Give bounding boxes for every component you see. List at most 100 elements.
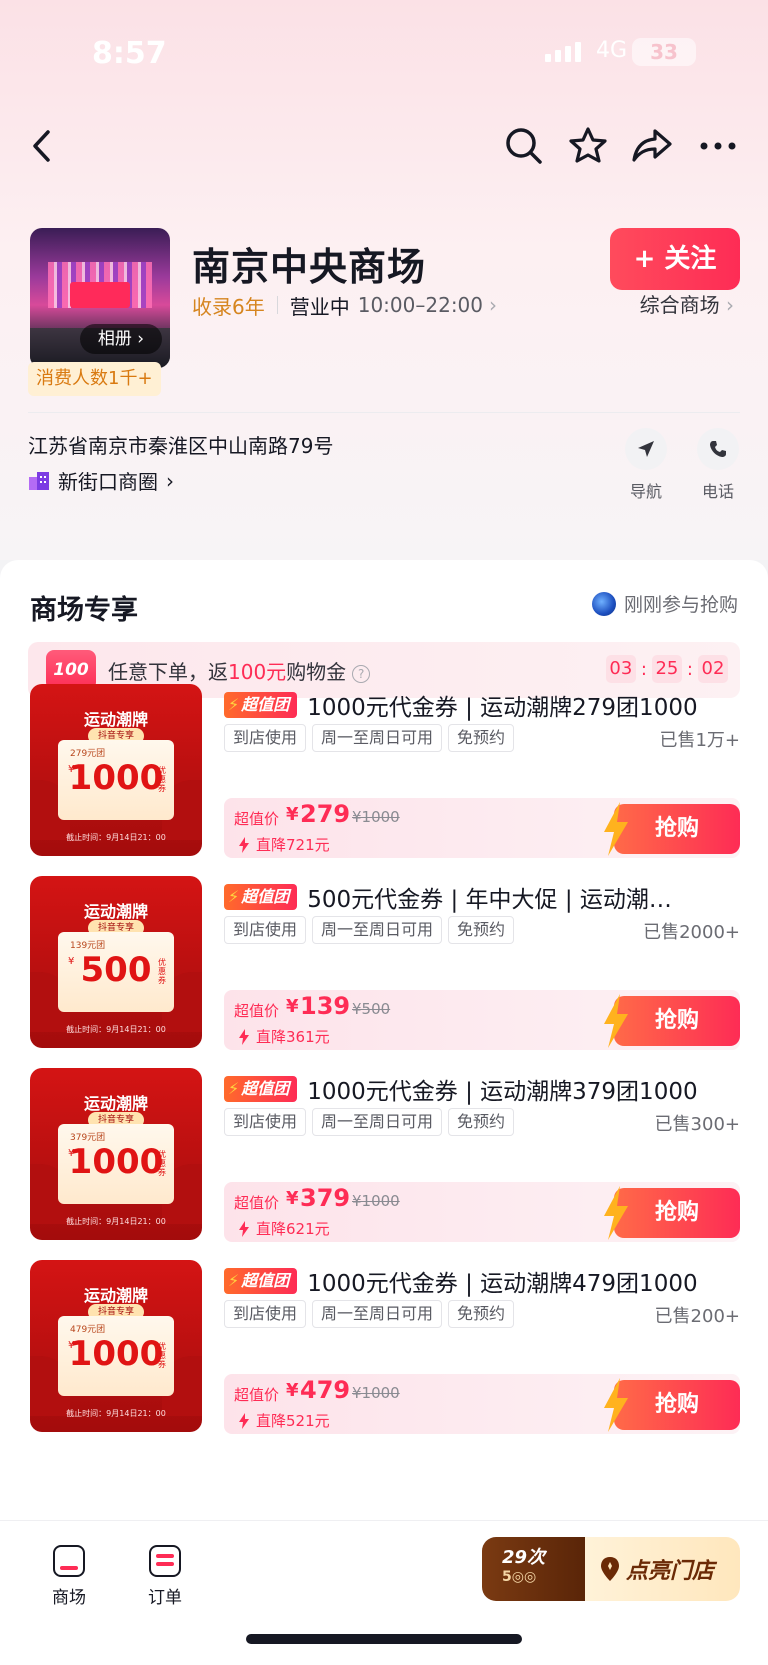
- deal-thumbnail[interactable]: 运动潮牌 抖音专享 139元团 ¥ 500 优惠券 截止时间：9月14日21：0…: [30, 876, 202, 1048]
- deal-tag: 周一至周日可用: [312, 1300, 443, 1328]
- thumbnail-title: 运动潮牌: [83, 902, 148, 921]
- price-drop: 直降721元: [238, 834, 330, 855]
- thumbnail-deadline: 截止时间：9月14日21：00: [66, 1409, 166, 1418]
- sold-count: 已售2000+: [643, 922, 740, 943]
- store-info-card: 相册 › 南京中央商场 + 关注 收录6年 营业中 10:00–22:00 › …: [0, 214, 768, 544]
- tab-orders[interactable]: 订单: [130, 1545, 200, 1608]
- thumbnail-coupon: 279元团 ¥ 1000 优惠券: [58, 740, 174, 820]
- help-icon[interactable]: ?: [352, 664, 371, 683]
- thumbnail-deadline: 截止时间：9月14日21：00: [66, 1025, 166, 1034]
- super-value-badge: ⚡ 超值团: [224, 1268, 298, 1294]
- navigate-button[interactable]: 导航: [616, 428, 676, 502]
- lightning-icon: ⚡: [228, 1079, 240, 1098]
- thumbnail-title: 运动潮牌: [83, 1094, 148, 1113]
- price-bar: 超值价 ¥ 479 ¥1000 直降521元 抢购: [224, 1374, 740, 1434]
- deal-tag: 免预约: [448, 724, 515, 752]
- deal-item[interactable]: 运动潮牌 抖音专享 379元团 ¥ 1000 优惠券 截止时间：9月14日21：…: [0, 1068, 768, 1242]
- years-listed: 收录6年: [192, 294, 265, 319]
- buy-button[interactable]: 抢购: [604, 1378, 740, 1432]
- store-address[interactable]: 江苏省南京市秦淮区中山南路79号: [28, 430, 333, 459]
- countdown-timer: 03: 25: 02: [605, 655, 728, 683]
- lightning-icon: ⚡: [228, 1271, 240, 1290]
- deal-title[interactable]: ⚡ 超值团 1000元代金券 | 运动潮牌479团1000: [224, 1264, 740, 1298]
- share-icon[interactable]: [628, 118, 676, 174]
- recent-participants[interactable]: 刚刚参与抢购: [591, 590, 738, 617]
- lightning-icon: [239, 1028, 249, 1045]
- super-value-badge: ⚡ 超值团: [224, 692, 298, 718]
- lightning-icon: ⚡: [228, 695, 240, 714]
- more-icon[interactable]: [694, 118, 742, 174]
- status-time: 8:57: [92, 36, 167, 71]
- home-indicator: [246, 1634, 522, 1644]
- deal-tag: 到店使用: [224, 916, 307, 944]
- deal-tag: 免预约: [448, 1108, 515, 1136]
- divider: [28, 412, 740, 413]
- deal-price: 379: [300, 1184, 351, 1212]
- deal-tags: 到店使用 周一至周日可用 免预约: [224, 916, 515, 944]
- search-icon[interactable]: [500, 118, 548, 174]
- back-icon[interactable]: [18, 118, 66, 174]
- district-building-icon: [29, 471, 49, 490]
- original-price: ¥1000: [352, 808, 400, 826]
- mall-exclusive-section: 商场专享 刚刚参与抢购 100 任意下单，返100元购物金? 03: 25: 0…: [0, 560, 768, 1520]
- store-category[interactable]: 综合商场 ›: [640, 290, 734, 320]
- light-up-store-button[interactable]: 29次 5◎◎ 点亮门店: [482, 1537, 740, 1601]
- buy-button[interactable]: 抢购: [604, 1186, 740, 1240]
- deal-thumbnail[interactable]: 运动潮牌 抖音专享 379元团 ¥ 1000 优惠券 截止时间：9月14日21：…: [30, 1068, 202, 1240]
- album-button[interactable]: 相册 ›: [80, 324, 162, 354]
- deal-item[interactable]: 运动潮牌 抖音专享 279元团 ¥ 1000 优惠券 截止时间：9月14日21：…: [0, 684, 768, 858]
- deal-thumbnail[interactable]: 运动潮牌 抖音专享 479元团 ¥ 1000 优惠券 截止时间：9月14日21：…: [30, 1260, 202, 1432]
- sold-count: 已售1万+: [659, 730, 740, 751]
- location-pin-icon: [601, 1557, 619, 1581]
- flash-icon: [604, 1186, 628, 1240]
- deal-tag: 免预约: [448, 1300, 515, 1328]
- deal-title[interactable]: ⚡ 超值团 500元代金券 | 年中大促 | 运动潮…: [224, 880, 740, 914]
- price-bar: 超值价 ¥ 279 ¥1000 直降721元 抢购: [224, 798, 740, 858]
- follow-button[interactable]: + 关注: [610, 228, 740, 290]
- thumbnail-coupon: 479元团 ¥ 1000 优惠券: [58, 1316, 174, 1396]
- network-type: 4G: [596, 38, 628, 63]
- opening-hours[interactable]: 10:00–22:00: [358, 293, 483, 317]
- chevron-right-icon: ›: [489, 293, 498, 317]
- buy-button[interactable]: 抢购: [604, 802, 740, 856]
- deal-item[interactable]: 运动潮牌 抖音专享 139元团 ¥ 500 优惠券 截止时间：9月14日21：0…: [0, 876, 768, 1050]
- deal-title[interactable]: ⚡ 超值团 1000元代金券 | 运动潮牌279团1000: [224, 688, 740, 722]
- section-title: 商场专享: [30, 595, 138, 626]
- buy-button[interactable]: 抢购: [604, 994, 740, 1048]
- price-drop: 直降521元: [238, 1410, 330, 1431]
- price-label: 超值价: [234, 1386, 280, 1404]
- call-button[interactable]: 电话: [688, 428, 748, 502]
- top-nav: [0, 118, 768, 174]
- original-price: ¥1000: [352, 1192, 400, 1210]
- original-price: ¥1000: [352, 1384, 400, 1402]
- thumbnail-title: 运动潮牌: [83, 710, 148, 729]
- deal-tag: 周一至周日可用: [312, 916, 443, 944]
- navigation-arrow-icon: [625, 428, 667, 470]
- price-bar: 超值价 ¥ 139 ¥500 直降361元 抢购: [224, 990, 740, 1050]
- price-label: 超值价: [234, 1194, 280, 1212]
- deal-tags: 到店使用 周一至周日可用 免预约: [224, 1300, 515, 1328]
- lightning-icon: [239, 836, 249, 853]
- phone-icon: [697, 428, 739, 470]
- deal-tag: 到店使用: [224, 1108, 307, 1136]
- light-up-sub: 5◎◎: [502, 1569, 537, 1585]
- deal-title[interactable]: ⚡ 超值团 1000元代金券 | 运动潮牌379团1000: [224, 1072, 740, 1106]
- favorite-star-icon[interactable]: [564, 118, 612, 174]
- deal-tag: 到店使用: [224, 1300, 307, 1328]
- store-cover-photo[interactable]: 相册 ›: [30, 228, 170, 368]
- deal-thumbnail[interactable]: 运动潮牌 抖音专享 279元团 ¥ 1000 优惠券 截止时间：9月14日21：…: [30, 684, 202, 856]
- sold-count: 已售300+: [654, 1114, 740, 1135]
- deal-item[interactable]: 运动潮牌 抖音专享 479元团 ¥ 1000 优惠券 截止时间：9月14日21：…: [0, 1260, 768, 1434]
- consumer-count-badge: 消费人数1千+: [28, 362, 161, 396]
- open-status: 营业中: [289, 294, 350, 319]
- battery-icon: 33: [632, 38, 696, 66]
- price-label: 超值价: [234, 810, 280, 828]
- tab-mall[interactable]: 商场: [34, 1545, 104, 1608]
- thumbnail-coupon: 139元团 ¥ 500 优惠券: [58, 932, 174, 1012]
- business-district-link[interactable]: 新街口商圈 ›: [28, 466, 174, 495]
- orders-tab-icon: [149, 1545, 181, 1577]
- deal-tags: 到店使用 周一至周日可用 免预约: [224, 724, 515, 752]
- original-price: ¥500: [352, 1000, 391, 1018]
- store-name: 南京中央商场: [192, 245, 427, 289]
- sold-count: 已售200+: [654, 1306, 740, 1327]
